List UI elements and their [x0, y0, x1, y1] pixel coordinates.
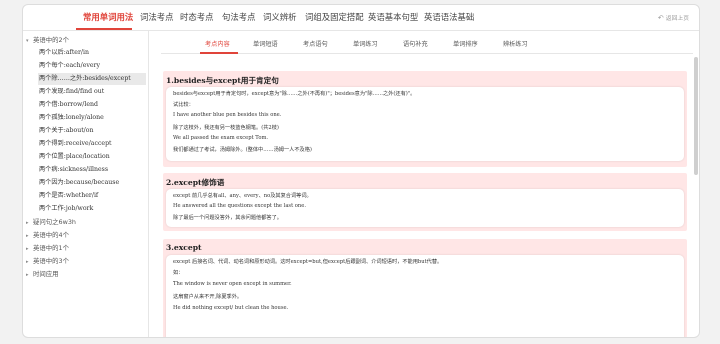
back-label: 返回上页 [665, 16, 689, 22]
tree-group-label: 英语中的3个 [33, 257, 70, 265]
nav-active-underline [76, 28, 132, 30]
content-line: 除了这枝外，我还有另一枝蓝色钢笔。(共2枝) [173, 125, 279, 131]
content-line: The window is never open except in summe… [173, 281, 292, 287]
tree-item[interactable]: 两个孤独:lonely/alone [38, 112, 146, 124]
section-title: 1.besides与except用于肯定句 [166, 76, 279, 85]
scrollbar-thumb[interactable] [694, 57, 698, 175]
tab-word-order[interactable]: 单词排序 [453, 39, 478, 48]
section-card: 1.besides与except用于肯定句 besides与except用于肯定… [163, 71, 687, 167]
tree-item-selected[interactable]: 两个除……之外:besides/except [38, 73, 146, 85]
tree-group-label: 英语中的2个 [33, 36, 70, 44]
nav-common-words[interactable]: 常用单词用法 [83, 11, 133, 23]
nav-tense[interactable]: 时态考点 [180, 11, 214, 23]
content-line: I have another blue pen besides this one… [173, 112, 282, 118]
nav-sentence-patterns[interactable]: 英语基本句型 [368, 11, 418, 23]
section-body: besides与except用于肯定句时，except意为"除……之外(不再有)… [166, 87, 684, 161]
content-line: 除了最后一个问题没答外，其余问题他都答了。 [173, 215, 282, 221]
tree-group-questions[interactable]: ▸ 疑问句之6w3h [26, 217, 76, 226]
tab-sentence-fill[interactable]: 语句补充 [403, 39, 428, 48]
content-line: except 后接名词、代词、动名词和原形动词。这时except=but,但ex… [173, 259, 443, 265]
section-body: except 前几乎总有all、any、every、no及其复合词等词。 He … [166, 189, 684, 227]
tree-group-4[interactable]: ▸ 英语中的4个 [26, 230, 69, 239]
tree-group-label: 英语中的1个 [33, 244, 70, 252]
content-line: 试比较： [173, 102, 194, 108]
tree-item[interactable]: 两个因为:because/because [38, 177, 146, 189]
tree-group-label: 英语中的4个 [33, 231, 70, 239]
tree-item[interactable]: 两个借:borrow/lend [38, 99, 146, 111]
content-line: except 前几乎总有all、any、every、no及其复合词等词。 [173, 193, 312, 199]
tree-item[interactable]: 两个位置:place/location [38, 151, 146, 163]
tree-group-2[interactable]: ▾ 英语中的2个 [26, 35, 69, 44]
tree-group-1[interactable]: ▸ 英语中的1个 [26, 243, 69, 252]
content-line: 我们都通过了考试，汤姆除外。(整体中……汤姆一人不及格) [173, 147, 312, 153]
nav-morphology[interactable]: 词法考点 [140, 11, 174, 23]
back-button[interactable]: ↶ 返回上页 [658, 13, 689, 22]
caret-right-icon: ▸ [26, 220, 29, 226]
nav-meaning-distinction[interactable]: 词义辨析 [263, 11, 297, 23]
sidebar-tree: ▾ 英语中的2个 两个以后:after/in 两个每个:each/every 两个… [23, 31, 149, 337]
sub-tabs: 考点内容 单词短语 考点语句 单词练习 语句补充 单词排序 辨析练习 [161, 31, 693, 54]
content-line: 如： [173, 270, 184, 276]
caret-right-icon: ▸ [26, 272, 29, 278]
tree-item[interactable]: 两个是否:whether/if [38, 190, 146, 202]
content-line: He answered all the questions except the… [173, 203, 306, 209]
caret-down-icon: ▾ [26, 38, 29, 44]
tree-group-label: 疑问句之6w3h [33, 218, 76, 226]
tab-distinction-practice[interactable]: 辨析练习 [503, 39, 528, 48]
tab-word-phrases[interactable]: 单词短语 [253, 39, 278, 48]
nav-phrases[interactable]: 词组及固定搭配 [305, 11, 364, 23]
content-line: 这扇窗户从来不开,除夏季外。 [173, 294, 243, 300]
app-frame: 常用单词用法 词法考点 时态考点 句法考点 词义辨析 词组及固定搭配 英语基本句… [22, 4, 700, 338]
nav-syntax[interactable]: 句法考点 [222, 11, 256, 23]
tab-active-underline [200, 52, 238, 54]
caret-right-icon: ▸ [26, 233, 29, 239]
nav-grammar-basics[interactable]: 英语语法基础 [424, 11, 474, 23]
tree-group-time[interactable]: ▸ 时间应用 [26, 269, 59, 278]
tree-item[interactable]: 两个得到:receive/accept [38, 138, 146, 150]
tab-key-content[interactable]: 考点内容 [205, 39, 230, 48]
content-line: We all passed the exam except Tom. [173, 135, 269, 141]
content-area: 1.besides与except用于肯定句 besides与except用于肯定… [161, 55, 693, 337]
tree-group-label: 时间应用 [33, 270, 59, 278]
section-title: 3.except [166, 243, 202, 252]
back-arrow-icon: ↶ [657, 14, 664, 22]
tab-word-practice[interactable]: 单词练习 [353, 39, 378, 48]
section-card: 3.except except 后接名词、代词、动名词和原形动词。这时excep… [163, 239, 687, 337]
tab-key-sentences[interactable]: 考点语句 [303, 39, 328, 48]
tree-item[interactable]: 两个发现:find/find out [38, 86, 146, 98]
top-nav: 常用单词用法 词法考点 时态考点 句法考点 词义辨析 词组及固定搭配 英语基本句… [23, 5, 699, 31]
content-line: He did nothing except/ but clean the hou… [173, 305, 289, 311]
caret-right-icon: ▸ [26, 246, 29, 252]
tree-item[interactable]: 两个病:sickness/illness [38, 164, 146, 176]
caret-right-icon: ▸ [26, 259, 29, 265]
tree-group-3[interactable]: ▸ 英语中的3个 [26, 256, 69, 265]
content-line: besides与except用于肯定句时，except意为"除……之外(不再有)… [173, 91, 416, 97]
tree-item[interactable]: 两个以后:after/in [38, 47, 146, 59]
section-body: except 后接名词、代词、动名词和原形动词。这时except=but,但ex… [166, 255, 684, 337]
section-card: 2.except修饰语 except 前几乎总有all、any、every、no… [163, 173, 687, 231]
tree-item[interactable]: 两个每个:each/every [38, 60, 146, 72]
tree-item[interactable]: 两个关于:about/on [38, 125, 146, 137]
section-title: 2.except修饰语 [166, 178, 225, 187]
tree-item[interactable]: 两个工作:job/work [38, 203, 146, 215]
